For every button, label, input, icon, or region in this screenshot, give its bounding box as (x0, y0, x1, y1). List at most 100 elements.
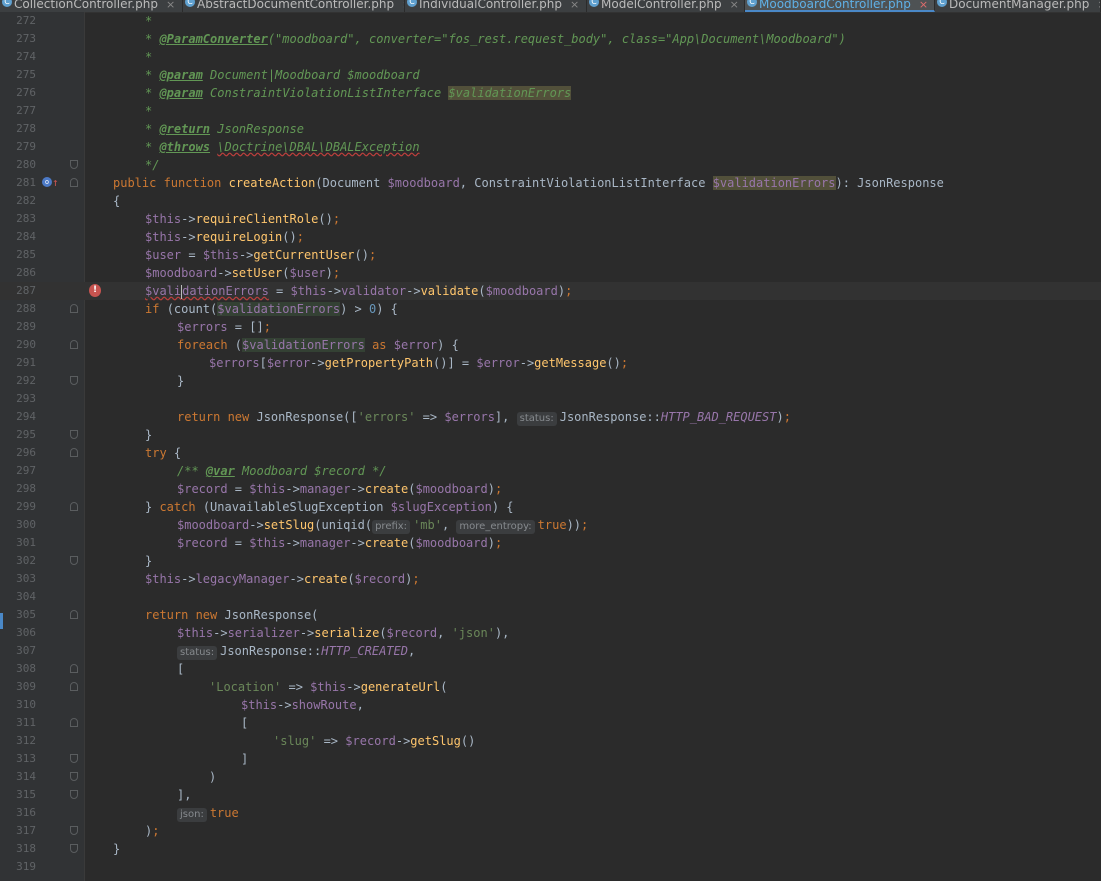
fold-toggle-icon[interactable] (70, 790, 78, 799)
code-line[interactable]: 314) (0, 768, 1101, 786)
tab-moodboardcontroller[interactable]: C MoodboardController.php × (745, 0, 935, 12)
tab-documentmanager[interactable]: CDocumentManager.php × (935, 0, 1101, 12)
code-line[interactable]: 292} (0, 372, 1101, 390)
error-bulb-icon[interactable]: ! (89, 284, 101, 297)
code-line[interactable]: 278 * @return JsonResponse (0, 120, 1101, 138)
code-token: ()] = (433, 356, 477, 370)
tab-individualcontroller[interactable]: C IndividualController.php × (405, 0, 587, 12)
code-line[interactable]: 317); (0, 822, 1101, 840)
fold-toggle-icon[interactable] (70, 610, 78, 619)
code-line[interactable]: 286 $moodboard->setUser($user); (0, 264, 1101, 282)
tab-modelcontroller[interactable]: C ModelController.php × (587, 0, 745, 12)
fold-toggle-icon[interactable] (70, 556, 78, 565)
php-class-icon: C (589, 0, 599, 7)
code-line[interactable]: 277 * (0, 102, 1101, 120)
code-text: [ (177, 660, 184, 678)
code-editor[interactable]: 272 * 273 * @ParamConverter("moodboard", co… (0, 12, 1101, 876)
code-line[interactable]: 293 (0, 390, 1101, 408)
code-line[interactable]: 281 o ↑ public function createAction(Docume… (0, 174, 1101, 192)
code-line[interactable]: 287! $validationErrors = $this->validator… (0, 282, 1101, 300)
code-line[interactable]: 283 $this->requireClientRole(); (0, 210, 1101, 228)
fold-toggle-icon[interactable] (70, 754, 78, 763)
tab-collectioncontroller[interactable]: C CollectionController.php × (0, 0, 183, 12)
code-line[interactable]: 289 $errors = []; (0, 318, 1101, 336)
code-line[interactable]: 279 * @throws \Doctrine\DBAL\DBALExceptio… (0, 138, 1101, 156)
code-line[interactable]: 311 [ (0, 714, 1101, 732)
code-line[interactable]: 288 if (count($validationErrors) > 0) { (0, 300, 1101, 318)
code-line[interactable]: 309 'Location' => $this->generateUrl( (0, 678, 1101, 696)
code-line[interactable]: 282 { (0, 192, 1101, 210)
line-number: 282 (16, 194, 36, 207)
fold-toggle-icon[interactable] (70, 448, 78, 457)
code-line[interactable]: 305 return new JsonResponse( (0, 606, 1101, 624)
code-line[interactable]: 300 $moodboard->setSlug(uniqid(prefix:'mb… (0, 516, 1101, 534)
code-text: return new JsonResponse(['errors' => $er… (177, 408, 791, 426)
code-line[interactable]: 295} (0, 426, 1101, 444)
code-line[interactable]: 297 /** @var Moodboard $record */ (0, 462, 1101, 480)
line-number: 291 (16, 356, 36, 369)
code-line[interactable]: 312 'slug' => $record->getSlug() (0, 732, 1101, 750)
close-icon[interactable]: × (730, 0, 739, 11)
fold-toggle-icon[interactable] (70, 664, 78, 673)
code-line[interactable]: 310 $this->showRoute, (0, 696, 1101, 714)
code-token: => (281, 680, 311, 694)
code-token: $moodboard (415, 536, 488, 550)
code-token: = [] (227, 320, 264, 334)
code-line[interactable]: 302} (0, 552, 1101, 570)
code-line[interactable]: 285 $user = $this->getCurrentUser(); (0, 246, 1101, 264)
tab-abstractdocumentcontroller[interactable]: CAbstractDocumentController.php× (183, 0, 405, 12)
code-line[interactable]: 316 json: true (0, 804, 1101, 822)
fold-toggle-icon[interactable] (70, 682, 78, 691)
code-token: getMessage (534, 356, 607, 370)
code-token: validate (420, 284, 479, 298)
code-token: (Document (315, 176, 388, 190)
code-line[interactable]: 280 */ (0, 156, 1101, 174)
code-line[interactable]: 306 $this->serializer->serialize($record,… (0, 624, 1101, 642)
tab-label: MoodboardController.php (759, 0, 911, 11)
line-number: 272 (16, 14, 36, 27)
code-line[interactable]: 303 $this->legacyManager->create($record)… (0, 570, 1101, 588)
close-icon[interactable]: × (166, 0, 175, 11)
code-line[interactable]: 301 $record = $this->manager->create($moo… (0, 534, 1101, 552)
code-line[interactable]: 319 (0, 858, 1101, 876)
code-line[interactable]: 307 status: JsonResponse::HTTP_CREATED, (0, 642, 1101, 660)
code-line[interactable]: 315], (0, 786, 1101, 804)
code-line[interactable]: 294 return new JsonResponse(['errors' => … (0, 408, 1101, 426)
code-token: ; (152, 824, 160, 838)
code-line[interactable]: 274 * (0, 48, 1101, 66)
fold-toggle-icon[interactable] (70, 304, 78, 313)
code-line[interactable]: 296 try { (0, 444, 1101, 462)
code-line[interactable]: 313] (0, 750, 1101, 768)
fold-toggle-icon[interactable] (70, 178, 78, 187)
code-line[interactable]: 276 * @param ConstraintViolationListInter… (0, 84, 1101, 102)
fold-toggle-icon[interactable] (70, 502, 78, 511)
code-line[interactable]: 284 $this->requireLogin(); (0, 228, 1101, 246)
code-text: $moodboard->setSlug(uniqid(prefix:'mb', … (177, 516, 588, 534)
implements-method-icon[interactable]: o (42, 177, 52, 187)
code-token: -> (346, 680, 361, 694)
code-text: $record = $this->manager->create($moodbo… (177, 480, 502, 498)
fold-toggle-icon[interactable] (70, 718, 78, 727)
code-token: dationErrors (182, 284, 269, 298)
code-line[interactable]: 304 (0, 588, 1101, 606)
code-line[interactable]: 275 * @param Document|Moodboard $moodboar… (0, 66, 1101, 84)
fold-toggle-icon[interactable] (70, 844, 78, 853)
code-line[interactable]: 290 foreach ($validationErrors as $error)… (0, 336, 1101, 354)
fold-toggle-icon[interactable] (70, 376, 78, 385)
close-icon[interactable]: × (919, 0, 928, 10)
fold-toggle-icon[interactable] (70, 160, 78, 169)
fold-toggle-icon[interactable] (70, 340, 78, 349)
code-line[interactable]: 291 $errors[$error->getPropertyPath()] = … (0, 354, 1101, 372)
code-line[interactable]: 318} (0, 840, 1101, 858)
fold-toggle-icon[interactable] (70, 430, 78, 439)
close-icon[interactable]: × (570, 0, 579, 11)
fold-toggle-icon[interactable] (70, 772, 78, 781)
code-line[interactable]: 298 $record = $this->manager->create($moo… (0, 480, 1101, 498)
code-text: * @param Document|Moodboard $moodboard (145, 66, 420, 84)
code-line[interactable]: 299} catch (UnavailableSlugException $sl… (0, 498, 1101, 516)
fold-toggle-icon[interactable] (70, 826, 78, 835)
close-icon[interactable]: × (1097, 0, 1100, 11)
code-line[interactable]: 272 * (0, 12, 1101, 30)
code-line[interactable]: 273 * @ParamConverter("moodboard", conver… (0, 30, 1101, 48)
code-line[interactable]: 308 [ (0, 660, 1101, 678)
